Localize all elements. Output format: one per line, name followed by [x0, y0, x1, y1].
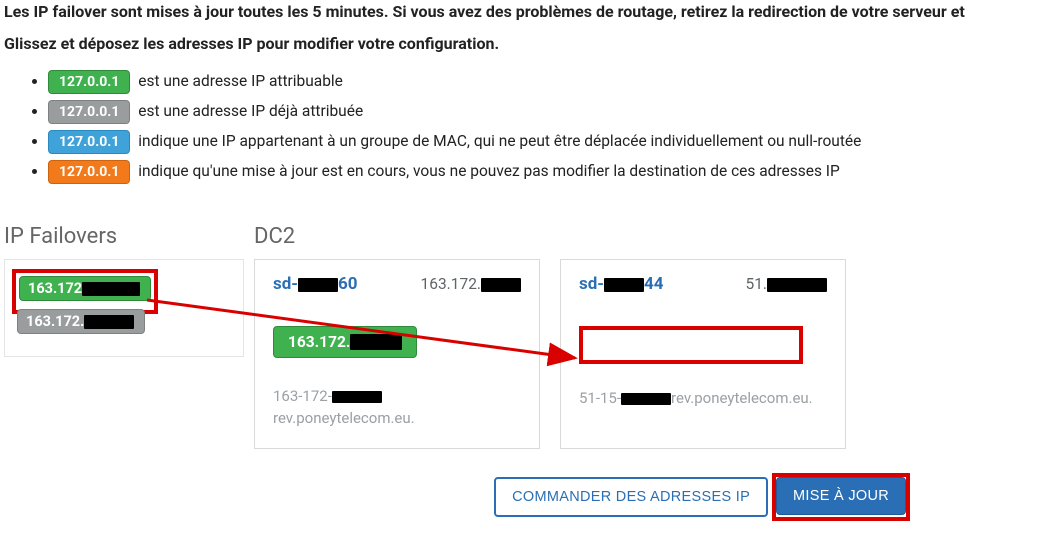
server-card-1: sd-60 163.172. 163.172. 163-172-rev.pone…: [254, 259, 540, 449]
legend-text-orange: indique qu'une mise à jour est en cours,…: [138, 162, 840, 180]
server-primary-ip-2: 51.: [745, 275, 827, 293]
legend-badge-gray: 127.0.0.1: [48, 100, 130, 124]
intro-line-2: Glissez et déposez les adresses IP pour …: [4, 32, 1050, 56]
intro-line-1: Les IP failover sont mises à jour toutes…: [4, 0, 1050, 24]
server-1-failover-ip[interactable]: 163.172.: [273, 326, 417, 358]
legend-text-blue: indique une IP appartenant à un groupe d…: [138, 132, 861, 150]
update-button[interactable]: MISE À JOUR: [776, 477, 906, 515]
failover-ip-2[interactable]: 163.172.: [17, 309, 145, 334]
order-ip-button[interactable]: COMMANDER DES ADRESSES IP: [494, 477, 768, 517]
server-card-2: sd-44 51. 51-15-rev.poneytelecom.eu.: [560, 259, 846, 449]
legend-item-gray: 127.0.0.1 est une adresse IP déjà attrib…: [48, 100, 1050, 124]
failovers-title: IP Failovers: [4, 224, 244, 249]
server-primary-ip-1: 163.172.: [421, 275, 521, 293]
server-1-ip-slot[interactable]: 163.172.: [273, 326, 521, 362]
dc-title: DC2: [254, 224, 1050, 249]
legend-item-green: 127.0.0.1 est une adresse IP attribuable: [48, 70, 1050, 94]
legend-item-orange: 127.0.0.1 indique qu'une mise à jour est…: [48, 160, 1050, 184]
legend-badge-blue: 127.0.0.1: [48, 130, 130, 154]
legend-badge-orange: 127.0.0.1: [48, 160, 130, 184]
failover-ip-1[interactable]: 163.172: [19, 276, 151, 301]
annotation-drop-target: [579, 326, 803, 364]
legend-badge-green: 127.0.0.1: [48, 70, 130, 94]
legend-list: 127.0.0.1 est une adresse IP attribuable…: [4, 70, 1050, 184]
legend-text-green: est une adresse IP attribuable: [138, 72, 343, 90]
server-1-reverse-dns: 163-172-rev.poneytelecom.eu.: [273, 386, 521, 430]
server-name-2[interactable]: sd-44: [579, 274, 664, 294]
failovers-card: 163.172 163.172.: [4, 259, 244, 357]
server-2-reverse-dns: 51-15-rev.poneytelecom.eu.: [579, 388, 827, 410]
server-name-1[interactable]: sd-60: [273, 274, 358, 294]
legend-item-blue: 127.0.0.1 indique une IP appartenant à u…: [48, 130, 1050, 154]
legend-text-gray: est une adresse IP déjà attribuée: [138, 102, 363, 120]
server-2-ip-slot[interactable]: [579, 326, 827, 364]
